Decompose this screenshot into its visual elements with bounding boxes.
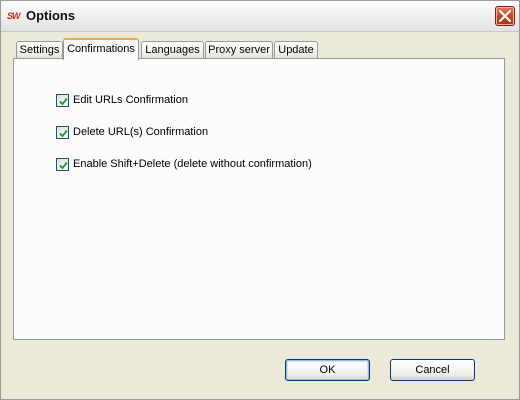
delete-urls-label: Delete URL(s) Confirmation bbox=[73, 126, 209, 138]
window-title: Options bbox=[26, 8, 76, 23]
tab-languages[interactable]: Languages bbox=[141, 41, 204, 58]
edit-urls-label: Edit URLs Confirmation bbox=[73, 94, 188, 106]
cancel-button[interactable]: Cancel bbox=[390, 359, 475, 381]
tab-update[interactable]: Update bbox=[274, 41, 318, 58]
ok-button[interactable]: OK bbox=[285, 359, 370, 381]
app-logo-icon: SW bbox=[7, 11, 21, 21]
tab-proxy-server[interactable]: Proxy server bbox=[205, 41, 273, 58]
shift-delete-checkbox[interactable] bbox=[56, 158, 69, 171]
options-dialog: SW Options Settings Confirmations Langua… bbox=[0, 0, 520, 400]
close-button[interactable] bbox=[495, 6, 515, 26]
tab-settings[interactable]: Settings bbox=[16, 41, 63, 58]
checkmark-icon bbox=[59, 97, 68, 106]
shift-delete-label: Enable Shift+Delete (delete without conf… bbox=[73, 158, 312, 170]
edit-urls-checkbox[interactable] bbox=[56, 94, 69, 107]
confirmations-panel: Edit URLs Confirmation Delete URL(s) Con… bbox=[13, 58, 505, 340]
checkmark-icon bbox=[59, 161, 68, 170]
close-icon bbox=[499, 10, 511, 22]
title-bar[interactable]: SW Options bbox=[1, 1, 519, 32]
checkmark-icon bbox=[59, 129, 68, 138]
tab-confirmations[interactable]: Confirmations bbox=[63, 38, 139, 60]
delete-urls-checkbox[interactable] bbox=[56, 126, 69, 139]
